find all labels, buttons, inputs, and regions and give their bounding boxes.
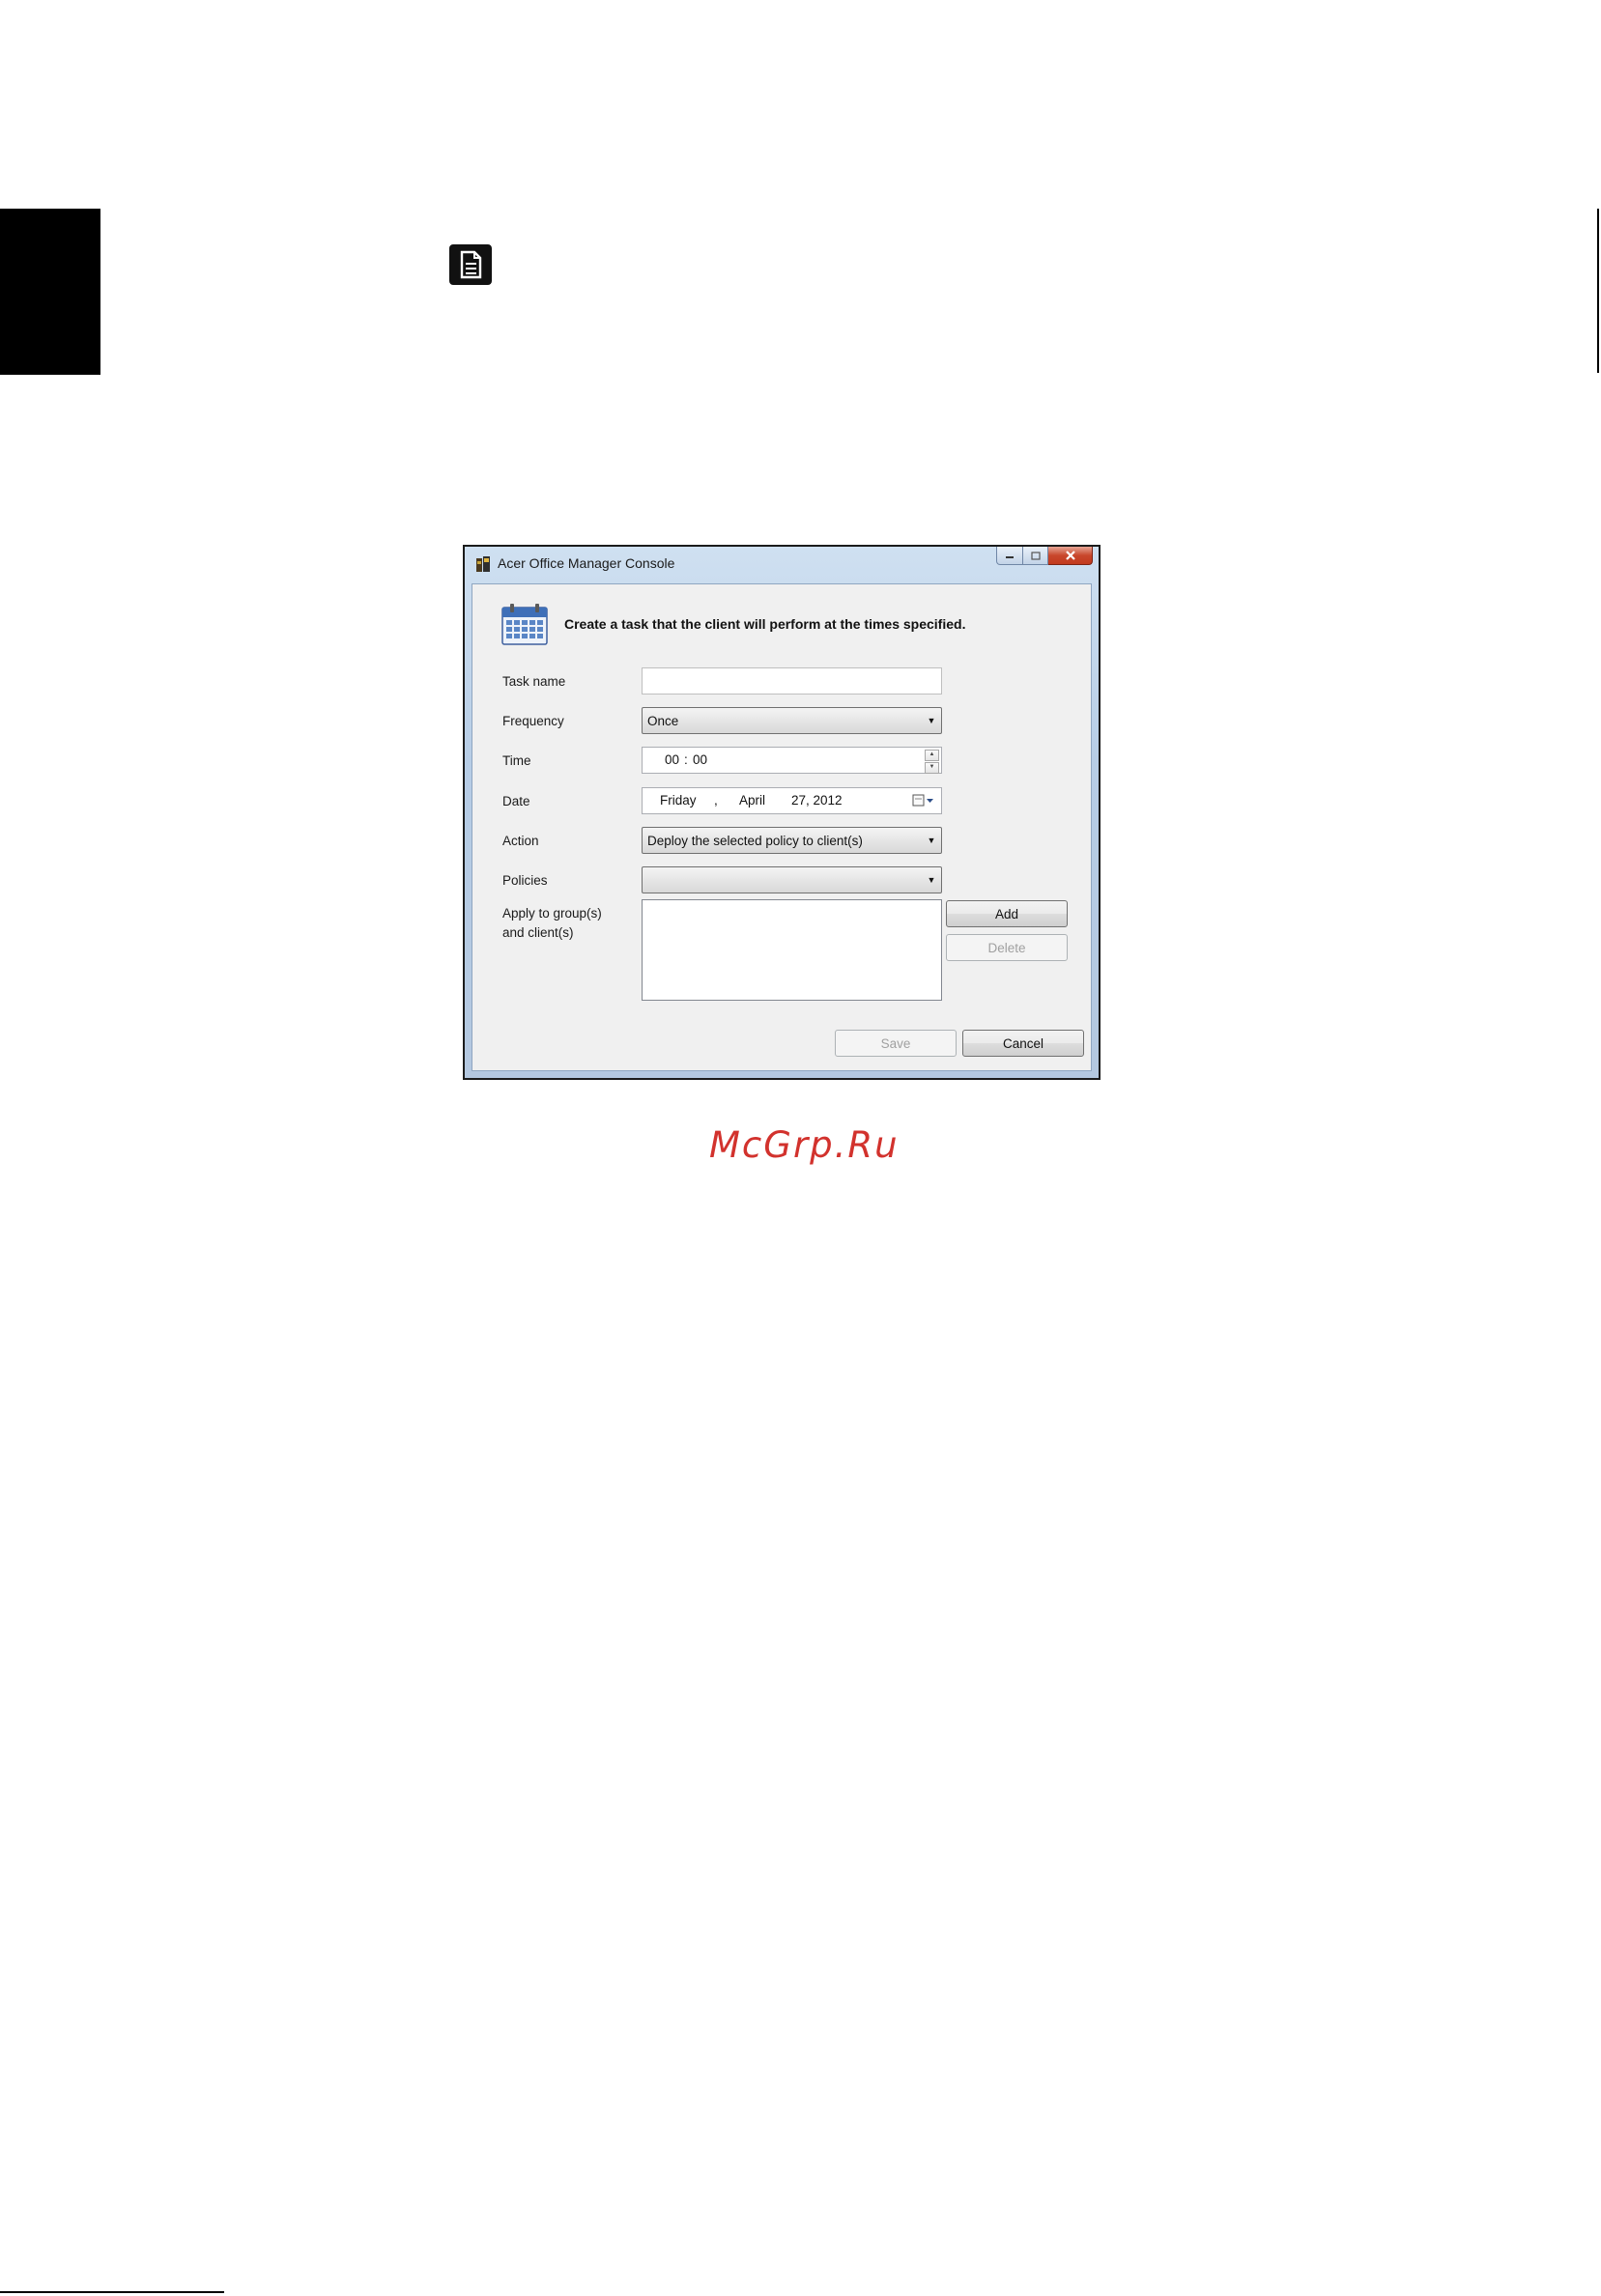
title-bar[interactable]: Acer Office Manager Console xyxy=(465,547,1099,580)
spin-down-icon[interactable]: ▼ xyxy=(925,762,939,774)
action-label: Action xyxy=(502,834,539,848)
app-icon xyxy=(476,556,490,572)
date-weekday[interactable]: Friday xyxy=(660,793,697,808)
date-month[interactable]: April xyxy=(739,793,765,808)
delete-button[interactable]: Delete xyxy=(946,934,1068,961)
policies-label: Policies xyxy=(502,873,548,888)
time-picker[interactable]: 00 : 00 ▲ ▼ xyxy=(642,747,942,774)
policies-select[interactable]: ▼ xyxy=(642,866,942,893)
time-hours[interactable]: 00 xyxy=(665,752,679,767)
caption-buttons xyxy=(996,547,1093,566)
time-separator: : xyxy=(684,752,688,767)
time-minutes[interactable]: 00 xyxy=(693,752,707,767)
page-edge-line xyxy=(1597,209,1599,373)
task-dialog-window: Acer Office Manager Console Create a tas… xyxy=(463,545,1101,1080)
action-select[interactable]: Deploy the selected policy to client(s) … xyxy=(642,827,942,854)
frequency-select[interactable]: Once ▼ xyxy=(642,707,942,734)
date-comma: , xyxy=(714,793,718,808)
spin-up-icon[interactable]: ▲ xyxy=(925,750,939,761)
date-day-year[interactable]: 27, 2012 xyxy=(791,793,843,808)
cancel-button[interactable]: Cancel xyxy=(962,1030,1084,1057)
note-icon xyxy=(449,244,492,285)
dialog-heading: Create a task that the client will perfo… xyxy=(564,616,966,632)
minimize-button[interactable] xyxy=(996,547,1023,565)
date-picker[interactable]: Friday , April 27, 2012 xyxy=(642,787,942,814)
add-button[interactable]: Add xyxy=(946,900,1068,927)
apply-label-line1: Apply to group(s) xyxy=(502,906,602,921)
side-tab-marker xyxy=(0,209,100,375)
calendar-icon xyxy=(501,604,548,645)
frequency-label: Frequency xyxy=(502,714,564,728)
footer-rule xyxy=(0,2291,224,2293)
frequency-value: Once xyxy=(647,713,679,728)
dialog-body: Create a task that the client will perfo… xyxy=(472,583,1092,1071)
close-button[interactable] xyxy=(1048,547,1093,565)
calendar-dropdown-icon[interactable] xyxy=(912,794,935,810)
date-label: Date xyxy=(502,794,530,808)
time-spinner: ▲ ▼ xyxy=(925,750,939,774)
window-title: Acer Office Manager Console xyxy=(498,555,675,571)
dropdown-arrow-icon: ▼ xyxy=(927,875,936,885)
maximize-icon xyxy=(1030,551,1041,560)
time-label: Time xyxy=(502,753,531,768)
watermark: McGrp.Ru xyxy=(709,1124,900,1166)
groups-clients-list[interactable] xyxy=(642,899,942,1001)
dropdown-arrow-icon: ▼ xyxy=(927,836,936,845)
apply-label-line2: and client(s) xyxy=(502,925,574,940)
task-name-input[interactable] xyxy=(642,667,942,694)
action-value: Deploy the selected policy to client(s) xyxy=(647,833,863,848)
maximize-button[interactable] xyxy=(1023,547,1048,565)
task-name-label: Task name xyxy=(502,674,566,689)
dropdown-arrow-icon: ▼ xyxy=(927,716,936,725)
save-button[interactable]: Save xyxy=(835,1030,957,1057)
minimize-icon xyxy=(1006,556,1014,558)
close-icon xyxy=(1065,551,1075,560)
